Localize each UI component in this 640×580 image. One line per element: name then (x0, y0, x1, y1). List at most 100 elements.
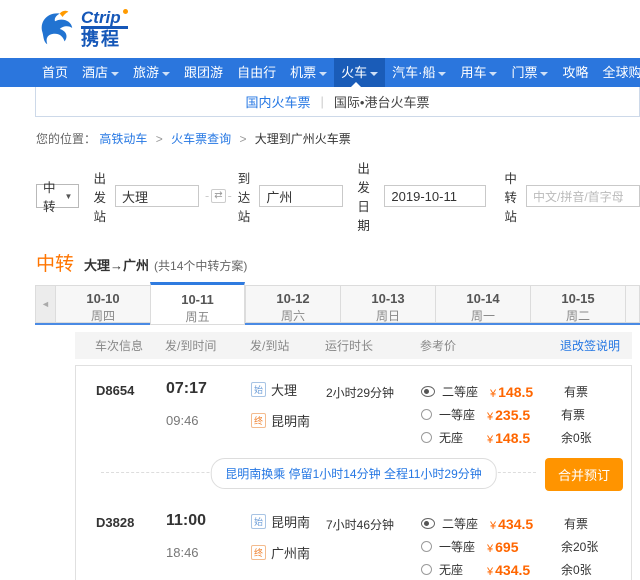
seat-radio-selected[interactable] (421, 386, 435, 397)
seat-option-row: 二等座 ¥148.5 有票 (421, 380, 631, 403)
seat-price: ¥434.5 (490, 516, 564, 532)
nav-item-label: 首页 (42, 65, 68, 80)
breadcrumb-link-ticket-search[interactable]: 火车票查询 (171, 132, 231, 146)
arrive-station-input[interactable] (259, 185, 343, 207)
swap-stations-icon[interactable]: ⇄ (211, 189, 225, 203)
train-duration: 7小时46分钟 (326, 512, 421, 580)
arrive-station-label: 到达站 (238, 168, 255, 225)
date-tab-10-10[interactable]: 10-10 周四 (55, 285, 150, 323)
breadcrumb-link-highspeed[interactable]: 高铁动车 (99, 132, 147, 146)
seat-option-row: 二等座 ¥434.5 有票 (421, 512, 631, 535)
breadcrumb: 您的位置： 高铁动车 > 火车票查询 > 大理到广州火车票 (36, 130, 640, 147)
seat-availability: 有票 (561, 406, 585, 423)
end-station-badge: 终 (251, 413, 266, 428)
results-table-header: 车次信息 发/到时间 发/到站 运行时长 参考价 退改签说明 (75, 332, 632, 359)
seat-option-row: 无座 ¥434.5 余0张 (421, 558, 631, 580)
train-subnav: 国内火车票 | 国际•港台火车票 (35, 87, 640, 117)
nav-item-label: 机票 (290, 65, 316, 80)
prev-date-arrow-icon[interactable]: ◄ (35, 285, 55, 323)
seat-class: 二等座 (442, 515, 490, 532)
subnav-domestic-trains[interactable]: 国内火车票 (246, 92, 311, 111)
seat-radio[interactable] (421, 432, 432, 443)
col-header-train-info: 车次信息 (95, 337, 165, 354)
select-caret-icon: ▼ (65, 192, 73, 201)
site-header: Ctrip 携程 (0, 0, 640, 58)
nav-item-tickets[interactable]: 门票 (504, 58, 555, 87)
nav-item-label: 用车 (460, 65, 486, 80)
train-times: 11:00 18:46 (166, 512, 251, 580)
seat-options: 二等座 ¥148.5 有票 一等座 ¥235.5 有票 无座 ¥148.5 余0… (421, 380, 631, 449)
nav-item-travel[interactable]: 旅游 (126, 58, 177, 87)
combined-booking-button[interactable]: 合并预订 (545, 458, 623, 491)
transfer-station-label: 中转站 (504, 168, 521, 225)
logo-cn-text: 携程 (81, 29, 128, 49)
seat-class: 一等座 (439, 538, 487, 555)
date-tab-10-12[interactable]: 10-12 周六 (245, 285, 340, 323)
train-number: D8654 (96, 380, 166, 449)
tab-date: 10-10 (56, 291, 150, 306)
seat-options: 二等座 ¥434.5 有票 一等座 ¥695 余20张 无座 ¥434.5 余0… (421, 512, 631, 580)
nav-item-car-service[interactable]: 用车 (453, 58, 504, 87)
nav-item-bus-ship[interactable]: 汽车·船 (385, 58, 453, 87)
breadcrumb-separator: > (239, 132, 246, 146)
tab-date: 10-13 (341, 291, 435, 306)
depart-station-label: 出发站 (93, 168, 110, 225)
search-form: 中转 ▼ 出发站 -⇄- 到达站 出发日期 中转站 (36, 158, 640, 234)
depart-date-input[interactable] (384, 185, 486, 207)
tab-bar-filler (625, 285, 640, 323)
seat-radio[interactable] (421, 541, 432, 552)
seat-availability: 余20张 (561, 538, 598, 555)
col-header-times: 发/到时间 (165, 337, 250, 354)
dolphin-logo-icon (33, 6, 77, 53)
nav-item-guides[interactable]: 攻略 (555, 58, 595, 87)
tab-day: 周四 (56, 307, 150, 324)
tab-date: 10-12 (246, 291, 340, 306)
seat-availability: 余0张 (561, 429, 592, 446)
seat-price: ¥434.5 (487, 562, 561, 578)
seat-radio[interactable] (421, 564, 432, 575)
depart-time: 11:00 (166, 512, 251, 530)
nav-item-home[interactable]: 首页 (35, 58, 75, 87)
tab-day: 周六 (246, 307, 340, 324)
seat-price: ¥148.5 (487, 430, 561, 446)
depart-time: 07:17 (166, 380, 251, 398)
nav-item-flights[interactable]: 机票 (283, 58, 334, 87)
end-station-name: 昆明南 (271, 411, 310, 430)
nav-item-label: 酒店 (82, 65, 108, 80)
seat-option-row: 一等座 ¥695 余20张 (421, 535, 631, 558)
seat-class: 一等座 (439, 406, 487, 423)
results-section-header: 中转 大理→广州 (共14个中转方案) (36, 249, 640, 276)
nav-item-trains-active[interactable]: 火车 (334, 58, 385, 87)
section-route: 大理→广州 (84, 255, 149, 274)
seat-radio[interactable] (421, 409, 432, 420)
nav-item-group-tours[interactable]: 跟团游 (177, 58, 230, 87)
main-nav: 首页 酒店 旅游 跟团游 自由行 机票 火车 汽车·船 用车 门票 攻略 全球购 (0, 58, 640, 87)
seat-class: 无座 (439, 561, 487, 578)
nav-item-label: 旅游 (133, 65, 159, 80)
date-tab-bar: ◄ 10-10 周四 10-11 周五 10-12 周六 10-13 周日 10… (35, 282, 640, 325)
nav-item-label: 全球购 (603, 65, 640, 80)
date-tab-10-13[interactable]: 10-13 周日 (340, 285, 435, 323)
transfer-station-input[interactable] (526, 185, 640, 207)
seat-price: ¥695 (487, 539, 561, 555)
subnav-international-trains[interactable]: 国际•港台火车票 (334, 92, 430, 111)
date-tab-10-14[interactable]: 10-14 周一 (435, 285, 530, 323)
breadcrumb-separator: > (156, 132, 163, 146)
date-tab-10-15[interactable]: 10-15 周二 (530, 285, 625, 323)
nav-item-independent-travel[interactable]: 自由行 (230, 58, 283, 87)
ctrip-logo[interactable]: Ctrip 携程 (33, 6, 128, 53)
col-header-price: 参考价 (420, 337, 560, 354)
seat-radio-selected[interactable] (421, 518, 435, 529)
transfer-plan-group-1: D8654 07:17 09:46 始大理 终昆明南 2小时29分钟 二等座 ¥… (75, 365, 632, 580)
logo-en-text: Ctrip (81, 9, 128, 29)
depart-station-input[interactable] (115, 185, 199, 207)
nav-item-global-shopping[interactable]: 全球购 (596, 58, 640, 87)
trip-type-select[interactable]: 中转 ▼ (36, 184, 79, 208)
seat-option-row: 一等座 ¥235.5 有票 (421, 403, 631, 426)
breadcrumb-prefix: 您的位置： (36, 132, 96, 146)
nav-item-hotels[interactable]: 酒店 (75, 58, 126, 87)
seat-availability: 有票 (564, 383, 588, 400)
section-title: 中转 (36, 249, 74, 276)
refund-policy-link[interactable]: 退改签说明 (560, 337, 620, 354)
date-tab-10-11-active[interactable]: 10-11 周五 (150, 282, 245, 325)
